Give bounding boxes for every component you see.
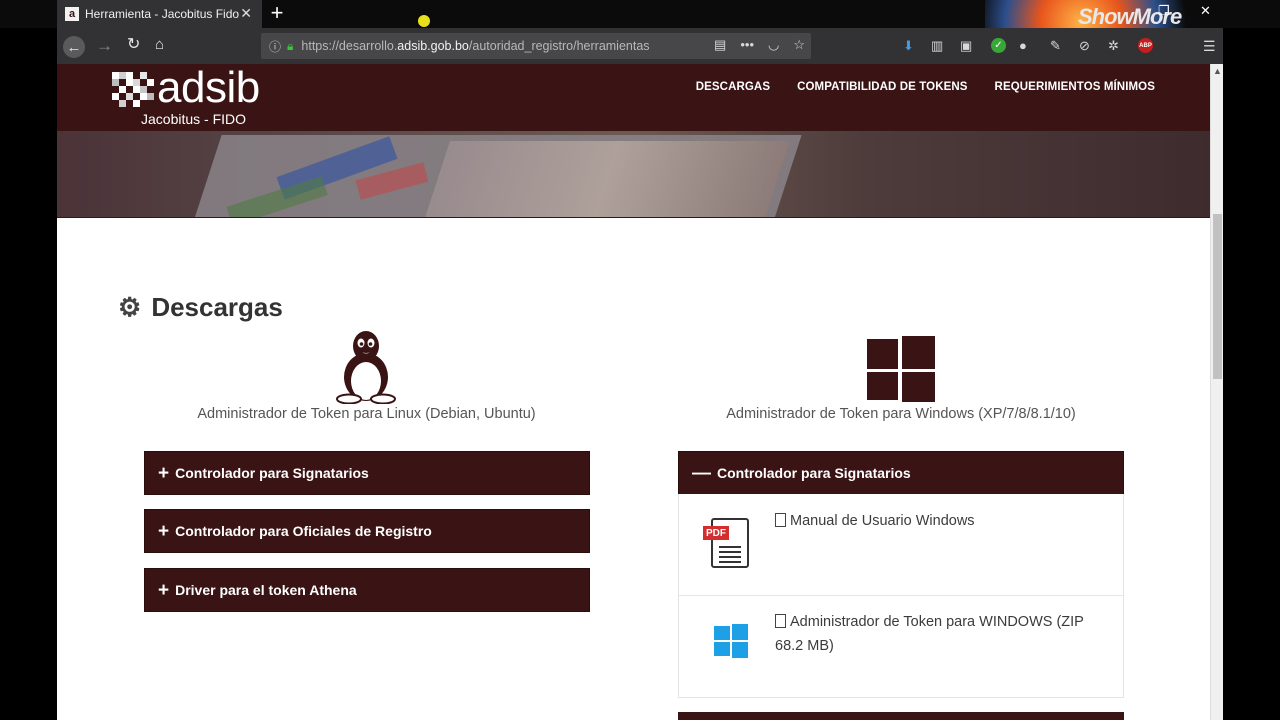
gear-icon: ⚙ <box>118 292 142 322</box>
hamburger-menu-icon[interactable]: ☰ <box>1203 39 1216 53</box>
download-item-manual: PDF Manual de Usuario Windows <box>679 494 1123 595</box>
nav-descargas[interactable]: DESCARGAS <box>696 81 770 93</box>
tab-title: Herramienta - Jacobitus Fido <box>85 7 240 21</box>
home-icon[interactable]: ⌂ <box>155 37 164 52</box>
site-favicon-icon: a <box>65 7 79 21</box>
windows-panel-content: PDF Manual de Usuario Windows Administra… <box>678 494 1124 698</box>
pocket-icon[interactable]: ◡ <box>768 37 779 53</box>
new-tab-button[interactable]: + <box>268 1 286 25</box>
file-pdf-icon <box>775 513 786 527</box>
tab-bar: a Herramienta - Jacobitus Fido ✕ + ShowM… <box>0 0 1280 29</box>
plus-icon: + <box>158 462 170 484</box>
url-text[interactable]: https://desarrollo.adsib.gob.bo/autorida… <box>301 39 649 53</box>
linux-panel-driver-athena[interactable]: + Driver para el token Athena <box>144 568 590 612</box>
nav-compatibilidad-tokens[interactable]: COMPATIBILIDAD DE TOKENS <box>797 81 967 93</box>
address-bar[interactable]: ⓘ 🔒︎ https://desarrollo.adsib.gob.bo/aut… <box>261 33 811 59</box>
panel-title: Controlador para Signatarios <box>717 465 911 481</box>
tab-close-icon[interactable]: ✕ <box>240 5 252 22</box>
panel-title: Driver para el token Athena <box>175 582 357 598</box>
panel-title: Controlador para Signatarios <box>175 465 369 481</box>
windows-download-column: Administrador de Token para Windows (XP/… <box>653 406 1149 422</box>
linux-download-column: Administrador de Token para Linux (Debia… <box>118 406 615 422</box>
navigation-toolbar: ← → ↻ ⌂ ⓘ 🔒︎ https://desarrollo.adsib.go… <box>57 28 1223 64</box>
site-header: adsib Jacobitus - FIDO DESCARGAS COMPATI… <box>57 64 1210 131</box>
page-scrollbar[interactable]: ▲ <box>1210 64 1223 720</box>
extension-tool-icon[interactable]: ✎ <box>1050 39 1061 52</box>
reader-view-icon[interactable]: ▤ <box>714 37 726 53</box>
extension-ball-icon[interactable]: ● <box>1019 39 1027 52</box>
sidebar-icon[interactable]: ▣ <box>960 39 972 52</box>
logo-wordmark[interactable]: adsib <box>157 64 260 113</box>
back-arrow-icon[interactable]: ← <box>63 36 85 58</box>
linux-panel-oficiales-registro[interactable]: + Controlador para Oficiales de Registro <box>144 509 590 553</box>
logo-subtitle: Jacobitus - FIDO <box>141 111 247 127</box>
pdf-document-icon[interactable]: PDF <box>703 516 751 574</box>
plus-icon: + <box>158 579 170 601</box>
browser-tab[interactable]: a Herramienta - Jacobitus Fido ✕ <box>57 0 262 28</box>
reload-icon[interactable]: ↻ <box>127 37 140 53</box>
adblock-plus-icon[interactable]: ABP <box>1138 38 1153 53</box>
section-heading: ⚙ Descargas <box>118 292 283 323</box>
windows-tile-icon[interactable] <box>714 624 750 658</box>
windows-logo-icon <box>867 336 935 402</box>
adsib-logo-icon[interactable] <box>112 72 156 107</box>
scroll-up-arrow-icon[interactable]: ▲ <box>1213 66 1222 76</box>
library-icon[interactable]: ▥ <box>931 39 943 52</box>
plus-icon: + <box>158 520 170 542</box>
minus-icon: — <box>692 462 711 484</box>
close-window-icon[interactable]: ✕ <box>1200 3 1211 19</box>
padlock-icon: 🔒︎ <box>287 38 294 53</box>
file-zip-icon <box>775 614 786 628</box>
download-item-zip: Administrador de Token para WINDOWS (ZIP… <box>679 595 1123 696</box>
page-viewport: adsib Jacobitus - FIDO DESCARGAS COMPATI… <box>57 64 1223 720</box>
next-panel-header[interactable] <box>678 712 1124 720</box>
extension-check-icon[interactable]: ✓ <box>991 38 1006 53</box>
linux-label: Administrador de Token para Linux (Debia… <box>197 406 536 422</box>
forward-arrow-icon[interactable]: → <box>96 37 113 54</box>
bookmark-star-icon[interactable]: ☆ <box>793 37 805 53</box>
restore-window-icon[interactable]: ❐ <box>1158 3 1170 19</box>
windows-panel-signatarios[interactable]: — Controlador para Signatarios <box>678 451 1124 495</box>
section-title: Descargas <box>151 292 283 322</box>
page-actions-icon[interactable]: ••• <box>740 37 754 53</box>
linux-tux-icon <box>336 331 396 404</box>
linux-panel-signatarios[interactable]: + Controlador para Signatarios <box>144 451 590 495</box>
manual-link[interactable]: Manual de Usuario Windows <box>775 509 1115 533</box>
hero-banner-image <box>57 131 1210 218</box>
extension-gear-icon[interactable]: ✲ <box>1108 39 1119 52</box>
hero-divider <box>57 217 1210 218</box>
top-navigation: DESCARGAS COMPATIBILIDAD DE TOKENS REQUE… <box>696 81 1155 93</box>
extension-block-icon[interactable]: ⊘ <box>1079 39 1090 52</box>
mouse-cursor-highlight <box>418 15 430 27</box>
download-icon[interactable]: ⬇ <box>903 39 914 52</box>
site-info-icon[interactable]: ⓘ <box>269 38 281 55</box>
panel-title: Controlador para Oficiales de Registro <box>175 523 432 539</box>
zip-download-link[interactable]: Administrador de Token para WINDOWS (ZIP… <box>775 610 1115 658</box>
windows-label: Administrador de Token para Windows (XP/… <box>726 406 1076 422</box>
nav-requerimientos-minimos[interactable]: REQUERIMIENTOS MÍNIMOS <box>995 81 1155 93</box>
scrollbar-thumb[interactable] <box>1213 214 1222 379</box>
